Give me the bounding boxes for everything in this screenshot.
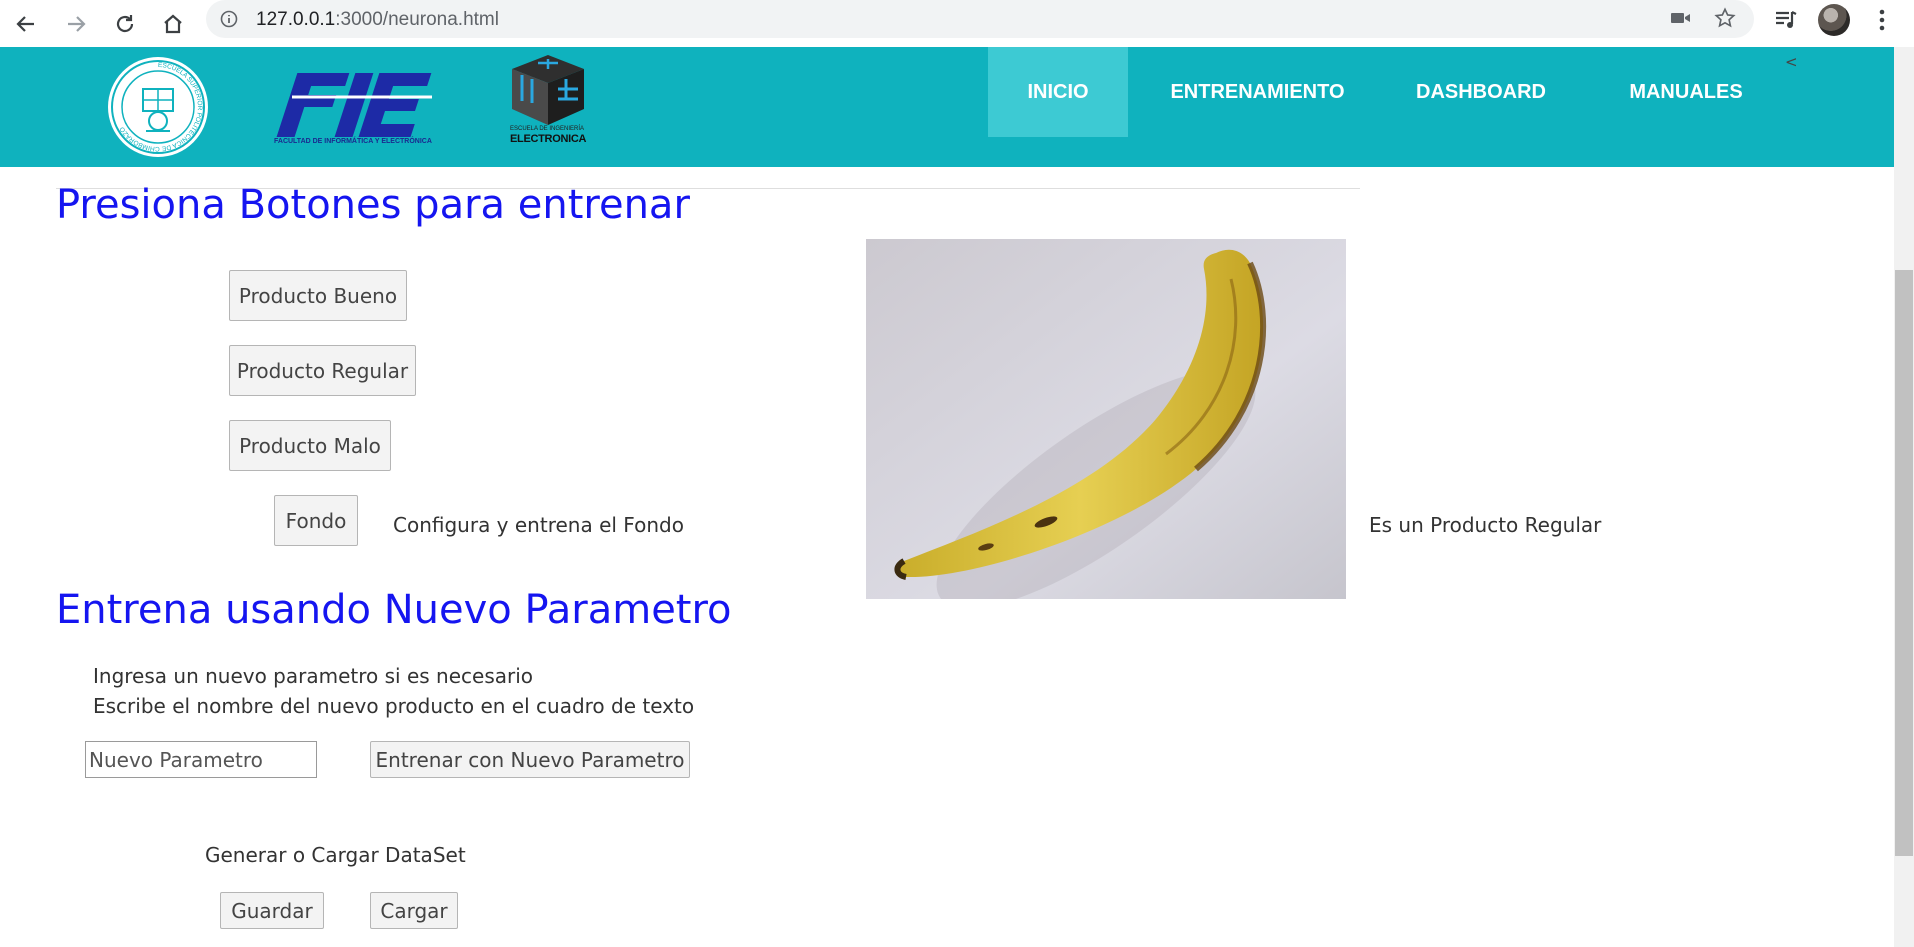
producto-bueno-button[interactable]: Producto Bueno	[229, 270, 407, 321]
profile-avatar[interactable]	[1818, 4, 1850, 36]
new-param-input[interactable]	[85, 741, 317, 778]
new-param-instruction-2: Escribe el nombre del nuevo producto en …	[93, 694, 695, 718]
menu-dashboard[interactable]: DASHBOARD	[1387, 47, 1575, 137]
fondo-note: Configura y entrena el Fondo	[393, 513, 684, 537]
menu-inicio[interactable]: INICIO	[988, 47, 1128, 137]
new-param-heading: Entrena usando Nuevo Parametro	[56, 587, 732, 633]
espoch-seal-logo: ESCUELA SUPERIOR POLITÉCNICA DE CHIMBORA…	[106, 55, 210, 163]
reload-icon[interactable]	[107, 6, 143, 42]
electronica-logo-title: ELECTRONICA	[510, 133, 587, 145]
main-menu: INICIO ENTRENAMIENTO DASHBOARD MANUALES	[988, 47, 1797, 137]
dataset-label: Generar o Cargar DataSet	[205, 843, 466, 867]
site-header: ESCUELA SUPERIOR POLITÉCNICA DE CHIMBORA…	[0, 47, 1894, 167]
back-arrow-icon[interactable]	[8, 6, 44, 42]
media-queue-icon[interactable]	[1774, 9, 1798, 35]
guardar-button[interactable]: Guardar	[220, 892, 324, 929]
forward-arrow-icon[interactable]	[58, 6, 94, 42]
info-icon[interactable]	[220, 10, 238, 32]
fie-logo-caption: FACULTAD DE INFORMÁTICA Y ELECTRÓNICA	[274, 138, 432, 145]
new-param-instruction-1: Ingresa un nuevo parametro si es necesar…	[93, 664, 534, 688]
url-path: :3000/neurona.html	[335, 9, 499, 30]
electronica-logo-subtitle: ESCUELA DE INGENIERÍA	[510, 126, 585, 132]
prediction-result: Es un Producto Regular	[1369, 513, 1602, 537]
fondo-button[interactable]: Fondo	[274, 495, 358, 546]
page-scrollbar-thumb[interactable]	[1895, 270, 1913, 856]
browser-toolbar: 127.0.0.1:3000/neurona.html	[0, 0, 1914, 47]
menu-entrenamiento[interactable]: ENTRENAMIENTO	[1128, 47, 1387, 137]
producto-malo-button[interactable]: Producto Malo	[229, 420, 391, 471]
cargar-button[interactable]: Cargar	[370, 892, 458, 929]
url-text[interactable]: 127.0.0.1:3000/neurona.html	[256, 9, 499, 31]
producto-regular-button[interactable]: Producto Regular	[229, 345, 416, 396]
fie-logo	[272, 71, 442, 143]
product-photo	[866, 239, 1346, 609]
menu-dots-icon[interactable]	[1878, 8, 1886, 36]
menu-collapse-toggle[interactable]: <	[1785, 53, 1798, 71]
menu-manuales[interactable]: MANUALES	[1575, 47, 1797, 137]
address-bar[interactable]: 127.0.0.1:3000/neurona.html	[206, 0, 1754, 38]
training-heading: Presiona Botones para entrenar	[56, 182, 690, 228]
home-icon[interactable]	[155, 6, 191, 42]
train-new-param-button[interactable]: Entrenar con Nuevo Parametro	[370, 741, 690, 778]
url-host: 127.0.0.1	[256, 9, 336, 30]
star-icon[interactable]	[1714, 7, 1736, 33]
electronica-cube-logo	[508, 53, 588, 131]
camera-icon[interactable]	[1670, 9, 1692, 31]
